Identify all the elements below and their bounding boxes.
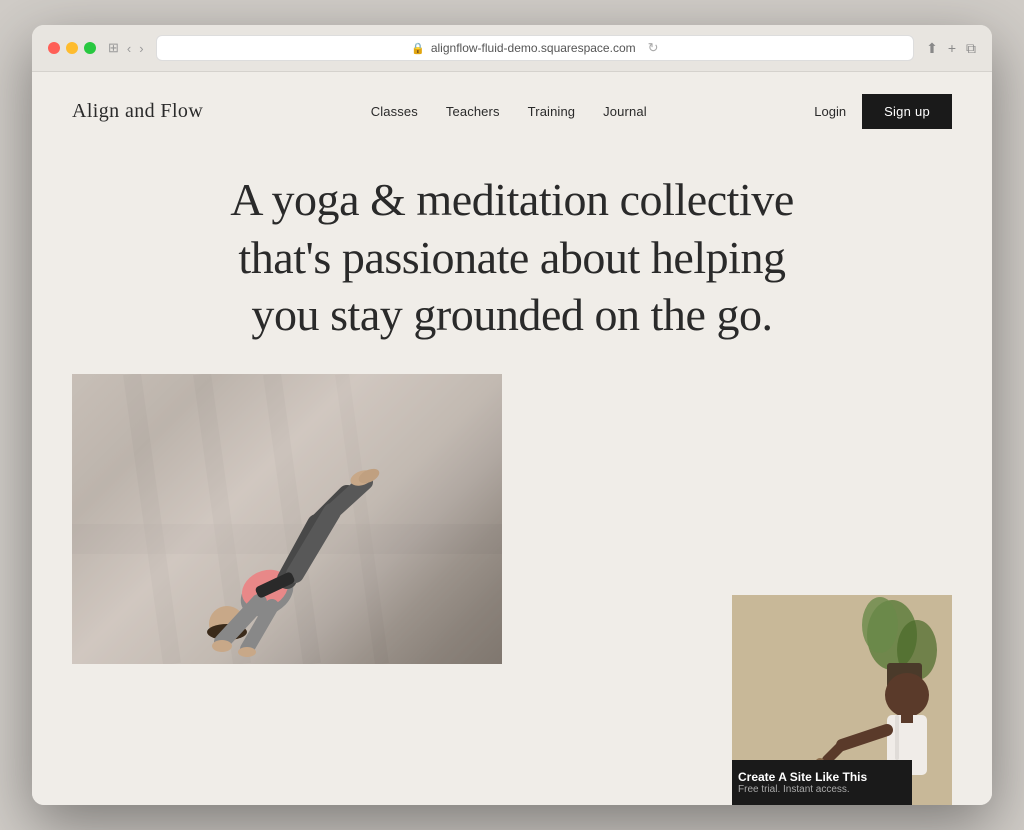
reload-button[interactable]: ↻ (648, 40, 659, 56)
squarespace-banner[interactable]: Create A Site Like This Free trial. Inst… (732, 760, 912, 805)
sidebar-toggle[interactable]: ⊞ (108, 40, 119, 56)
traffic-lights (48, 42, 96, 54)
nav-classes[interactable]: Classes (371, 104, 418, 119)
nav-links: Classes Teachers Training Journal (371, 104, 647, 119)
back-button[interactable]: ‹ (127, 41, 131, 56)
close-button[interactable] (48, 42, 60, 54)
tabs-button[interactable]: ⧉ (966, 40, 976, 57)
meditation-image-right: Create A Site Like This Free trial. Inst… (732, 595, 952, 805)
address-bar[interactable]: 🔒 alignflow-fluid-demo.squarespace.com ↻ (156, 35, 914, 61)
yoga-image-left (72, 374, 502, 664)
hero-section: A yoga & meditation collective that's pa… (32, 151, 992, 374)
squarespace-title: Create A Site Like This (738, 770, 867, 784)
site-logo[interactable]: Align and Flow (72, 100, 203, 123)
hero-title: A yoga & meditation collective that's pa… (212, 171, 812, 344)
browser-actions: ⬆ + ⧉ (926, 40, 976, 57)
lock-icon: 🔒 (411, 42, 425, 55)
browser-chrome: ⊞ ‹ › 🔒 alignflow-fluid-demo.squarespace… (32, 25, 992, 72)
images-section: Create A Site Like This Free trial. Inst… (32, 374, 992, 806)
new-tab-button[interactable]: + (948, 40, 956, 56)
browser-nav-controls: ⊞ ‹ › (108, 40, 144, 56)
url-text: alignflow-fluid-demo.squarespace.com (431, 41, 636, 55)
signup-button[interactable]: Sign up (862, 94, 952, 129)
forward-button[interactable]: › (139, 41, 143, 56)
nav-journal[interactable]: Journal (603, 104, 647, 119)
nav-actions: Login Sign up (814, 94, 952, 129)
nav-training[interactable]: Training (528, 104, 576, 119)
squarespace-subtitle: Free trial. Instant access. (738, 784, 867, 795)
page-content: Align and Flow Classes Teachers Training… (32, 72, 992, 805)
fullscreen-button[interactable] (84, 42, 96, 54)
login-button[interactable]: Login (814, 104, 846, 119)
nav-teachers[interactable]: Teachers (446, 104, 500, 119)
main-nav: Align and Flow Classes Teachers Training… (32, 72, 992, 151)
share-button[interactable]: ⬆ (926, 40, 938, 57)
squarespace-text: Create A Site Like This Free trial. Inst… (738, 770, 867, 795)
minimize-button[interactable] (66, 42, 78, 54)
browser-window: ⊞ ‹ › 🔒 alignflow-fluid-demo.squarespace… (32, 25, 992, 805)
